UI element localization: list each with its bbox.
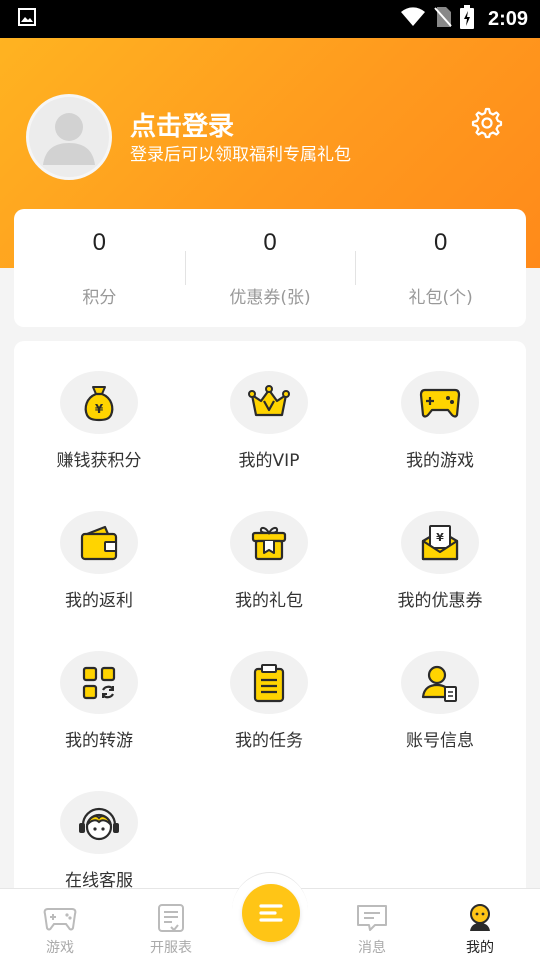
battery-charging-icon <box>459 5 474 33</box>
menu-icon-wrapper <box>401 371 479 434</box>
wifi-icon <box>400 7 426 31</box>
wallet-icon <box>80 525 118 560</box>
menu-label: 账号信息 <box>406 731 474 751</box>
stat-value: 0 <box>92 228 107 256</box>
nav-item-mine[interactable]: 我的 <box>440 903 520 959</box>
nav-item-messages[interactable]: 消息 <box>332 903 412 959</box>
stat-label: 优惠券(张) <box>229 287 311 308</box>
menu-label: 我的游戏 <box>406 451 474 471</box>
menu-label: 我的优惠券 <box>397 591 483 611</box>
stat-value: 0 <box>434 228 448 256</box>
transfer-grid-icon <box>82 666 116 699</box>
login-subtitle: 登录后可以领取福利专属礼包 <box>130 145 351 165</box>
stat-coupons[interactable]: 0 优惠券(张) <box>184 209 356 327</box>
menu-item-my-vip[interactable]: 我的VIP <box>184 341 354 471</box>
menu-label: 我的任务 <box>235 731 303 751</box>
avatar[interactable] <box>26 94 112 180</box>
menu-icon-wrapper <box>401 651 479 714</box>
image-icon <box>18 8 36 30</box>
menu-icon-wrapper <box>60 511 138 574</box>
menu-item-my-gifts[interactable]: 我的礼包 <box>184 481 354 611</box>
message-icon <box>357 905 387 931</box>
menu-card: ¥ 赚钱获积分 我的VIP 我的游戏 我的返利 我的礼包 ¥ 我的优惠券 我的转… <box>14 341 526 901</box>
menu-lines-icon <box>259 904 283 922</box>
login-title[interactable]: 点击登录 <box>130 106 234 143</box>
nav-item-games[interactable]: 游戏 <box>20 903 100 959</box>
svg-text:¥: ¥ <box>95 402 104 416</box>
server-list-icon <box>158 904 184 932</box>
menu-label: 赚钱获积分 <box>56 451 142 471</box>
nav-label: 游戏 <box>46 940 74 956</box>
menu-item-my-rebate[interactable]: 我的返利 <box>14 481 184 611</box>
game-controller-icon <box>43 908 77 931</box>
crown-icon <box>248 384 290 416</box>
profile-icon <box>470 904 490 931</box>
stat-points[interactable]: 0 积分 <box>14 209 185 327</box>
menu-item-earn-points[interactable]: ¥ 赚钱获积分 <box>14 341 184 471</box>
gift-icon <box>251 526 287 560</box>
menu-label: 我的礼包 <box>235 591 303 611</box>
menu-item-my-games[interactable]: 我的游戏 <box>355 341 525 471</box>
center-menu-button[interactable] <box>242 884 300 942</box>
stat-value: 0 <box>263 228 277 256</box>
customer-service-icon <box>79 807 119 840</box>
menu-icon-wrapper <box>230 371 308 434</box>
menu-item-customer-service[interactable]: 在线客服 <box>14 761 184 891</box>
settings-button[interactable] <box>470 106 504 140</box>
menu-icon-wrapper: ¥ <box>60 371 138 434</box>
nav-item-server-list[interactable]: 开服表 <box>131 903 211 959</box>
menu-item-my-transfer[interactable]: 我的转游 <box>14 621 184 751</box>
status-time: 2:09 <box>487 7 528 30</box>
menu-icon-wrapper <box>60 791 138 854</box>
stat-label: 礼包(个) <box>408 287 473 308</box>
menu-icon-wrapper <box>230 651 308 714</box>
money-bag-icon: ¥ <box>84 385 114 421</box>
menu-item-my-coupons[interactable]: ¥ 我的优惠券 <box>355 481 525 611</box>
gamepad-icon <box>419 388 461 418</box>
menu-label: 我的VIP <box>238 451 300 471</box>
status-bar: 2:09 <box>0 0 540 38</box>
stat-gifts[interactable]: 0 礼包(个) <box>355 209 526 327</box>
stat-label: 积分 <box>82 287 117 308</box>
nav-label: 消息 <box>358 940 386 956</box>
clipboard-icon <box>253 663 285 702</box>
stats-card: 0 积分 0 优惠券(张) 0 礼包(个) <box>14 209 526 327</box>
account-info-icon <box>421 665 457 702</box>
menu-label: 我的转游 <box>65 731 133 751</box>
menu-label: 我的返利 <box>65 591 133 611</box>
no-sim-icon <box>434 6 452 32</box>
gear-icon <box>471 107 503 139</box>
menu-item-my-tasks[interactable]: 我的任务 <box>184 621 354 751</box>
svg-text:¥: ¥ <box>436 531 444 544</box>
menu-icon-wrapper <box>230 511 308 574</box>
nav-label: 我的 <box>466 940 494 956</box>
menu-icon-wrapper <box>60 651 138 714</box>
coupon-envelope-icon: ¥ <box>421 524 459 560</box>
menu-item-account-info[interactable]: 账号信息 <box>355 621 525 751</box>
default-avatar-icon <box>43 113 95 165</box>
menu-icon-wrapper: ¥ <box>401 511 479 574</box>
nav-label: 开服表 <box>150 940 192 956</box>
